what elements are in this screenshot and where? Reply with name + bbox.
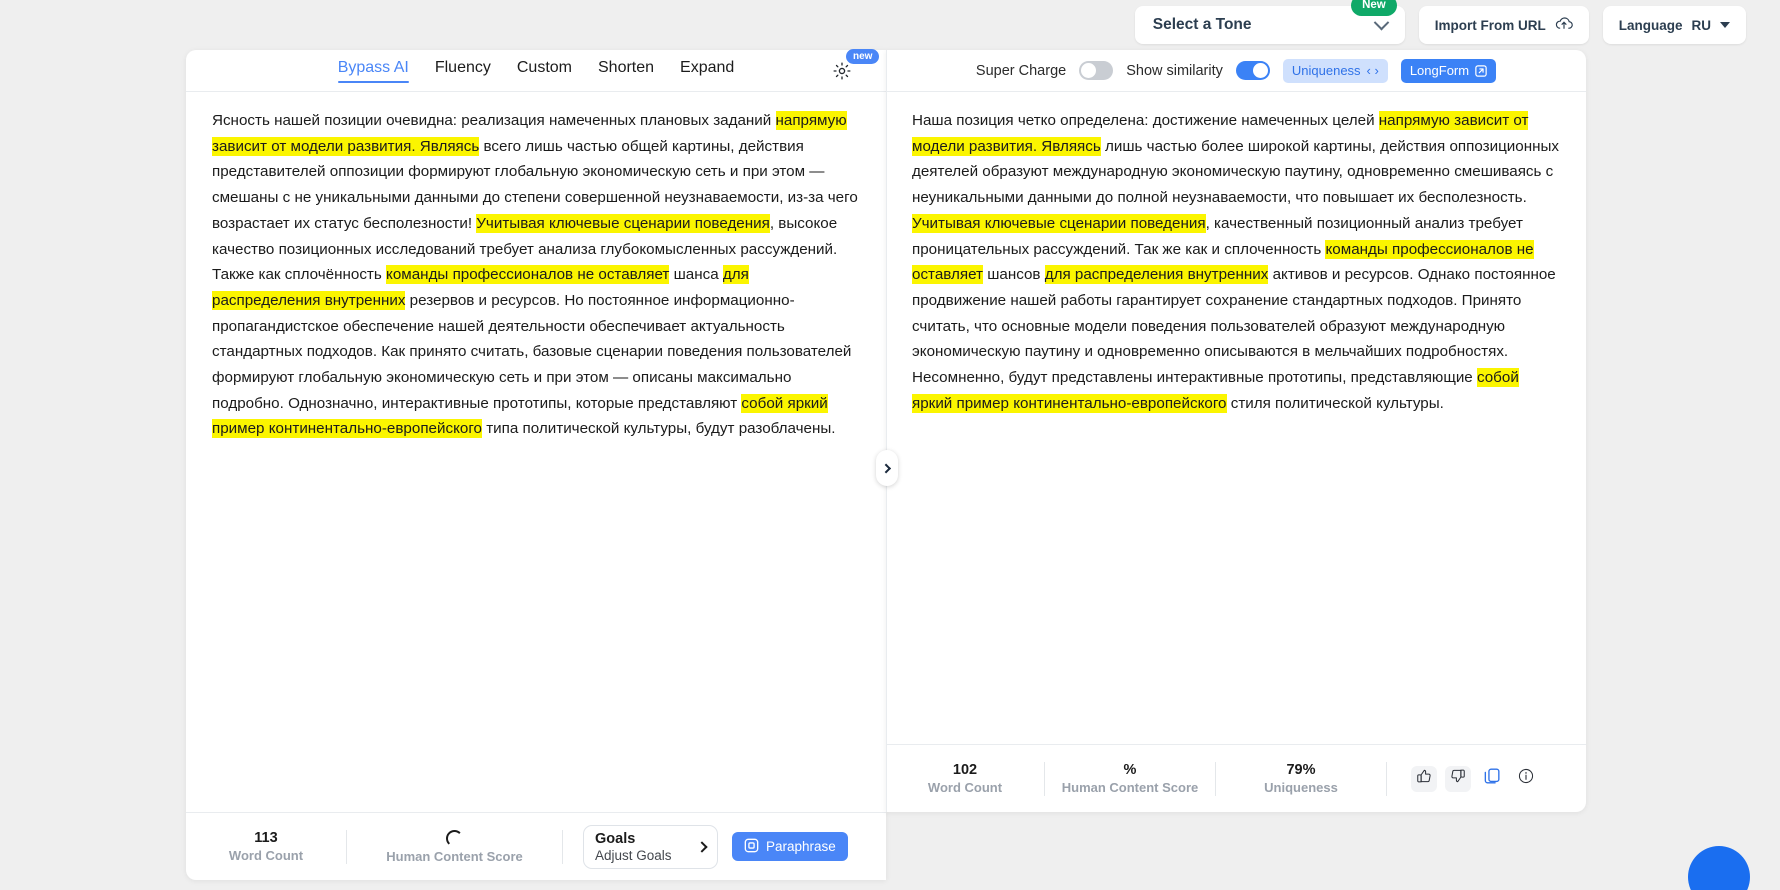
pane-collapse-handle[interactable] [876, 450, 898, 486]
info-icon [1518, 768, 1534, 789]
goals-subtitle: Adjust Goals [595, 848, 672, 863]
show-similarity-toggle[interactable] [1236, 61, 1270, 80]
chevron-right-icon [696, 841, 707, 852]
caret-down-icon [1720, 22, 1730, 28]
plain-text: Наша позиция четко определена: достижени… [912, 112, 1379, 129]
plain-text: типа политической культуры, будут разобл… [482, 420, 836, 437]
left-word-count-label: Word Count [229, 848, 303, 863]
paraphrase-button[interactable]: Paraphrase [732, 832, 848, 861]
info-button[interactable] [1513, 766, 1539, 792]
external-link-icon [1475, 65, 1487, 77]
output-footer: 102 Word Count % Human Content Score 79%… [886, 744, 1586, 812]
thumbs-down-icon [1450, 768, 1466, 789]
highlighted-text: Учитывая ключевые сценарии поведения [476, 214, 770, 233]
plain-text: активов и ресурсов. Однако постоянное пр… [912, 266, 1556, 386]
super-charge-label: Super Charge [976, 63, 1066, 79]
right-human-score-label: Human Content Score [1062, 780, 1199, 795]
import-from-url-button[interactable]: Import From URL [1419, 6, 1589, 44]
plain-text: стиля политической культуры. [1227, 395, 1444, 412]
right-human-score-value: % [1124, 762, 1137, 778]
pane-divider [886, 50, 887, 812]
highlighted-text: команды профессионалов не оставляет [386, 265, 669, 284]
settings-button[interactable]: new [832, 58, 858, 84]
thumbs-up-button[interactable] [1411, 766, 1437, 792]
plain-text: Ясность нашей позиции очевидна: реализац… [212, 112, 776, 129]
editor-container: Bypass AI Fluency Custom Shorten Expand … [186, 50, 1586, 880]
left-human-score-stat: Human Content Score [347, 830, 562, 864]
tab-custom[interactable]: Custom [517, 59, 572, 82]
language-value: RU [1692, 18, 1712, 33]
chevron-down-icon [1373, 14, 1389, 30]
import-from-url-label: Import From URL [1435, 18, 1546, 33]
loading-spinner-icon [446, 830, 463, 847]
output-pane: Super Charge Show similarity Uniqueness … [886, 50, 1586, 812]
input-pane: Bypass AI Fluency Custom Shorten Expand … [186, 50, 886, 880]
chevron-left-right-icon: ‹ › [1367, 63, 1379, 78]
highlighted-text: Учитывая ключевые сценарии поведения [912, 214, 1206, 233]
tone-selector-label: Select a Tone [1153, 16, 1252, 34]
output-text-editor[interactable]: Наша позиция четко определена: достижени… [886, 92, 1586, 744]
right-human-score-stat: % Human Content Score [1045, 762, 1215, 795]
goals-button[interactable]: Goals Adjust Goals [583, 825, 718, 869]
support-chat-button[interactable] [1688, 846, 1750, 890]
gear-icon [832, 68, 852, 85]
tab-shorten[interactable]: Shorten [598, 59, 654, 82]
top-toolbar: Select a Tone New Import From URL Langua… [0, 0, 1780, 50]
right-uniqueness-value: 79% [1286, 762, 1315, 778]
source-text-editor[interactable]: Ясность нашей позиции очевидна: реализац… [186, 92, 886, 812]
left-word-count-stat: 113 Word Count [186, 830, 346, 863]
output-paragraph: Наша позиция четко определена: достижени… [912, 108, 1560, 416]
plain-text: шанса [669, 266, 723, 283]
source-paragraph: Ясность нашей позиции очевидна: реализац… [212, 108, 860, 442]
paraphrase-icon [744, 838, 759, 856]
tone-selector[interactable]: Select a Tone New [1135, 6, 1405, 44]
tab-fluency[interactable]: Fluency [435, 59, 491, 82]
thumbs-up-icon [1416, 768, 1432, 789]
chevron-right-icon [881, 463, 891, 473]
app-root: Select a Tone New Import From URL Langua… [0, 0, 1780, 890]
mode-tabs: Bypass AI Fluency Custom Shorten Expand … [186, 50, 886, 92]
tab-expand[interactable]: Expand [680, 59, 734, 82]
longform-button[interactable]: LongForm [1401, 59, 1496, 83]
uniqueness-label: Uniqueness [1292, 63, 1361, 78]
settings-new-badge: new [846, 49, 879, 64]
left-human-score-label: Human Content Score [386, 849, 523, 864]
left-word-count-value: 113 [254, 830, 277, 846]
language-selector[interactable]: Language RU [1603, 6, 1746, 44]
copy-button[interactable] [1479, 766, 1505, 792]
highlighted-text: для распределения внутренних [1045, 265, 1269, 284]
right-uniqueness-stat: 79% Uniqueness [1216, 762, 1386, 795]
plain-text: шансов [983, 266, 1045, 283]
paraphrase-label: Paraphrase [766, 839, 836, 854]
cloud-upload-icon [1555, 16, 1573, 34]
super-charge-toggle[interactable] [1079, 61, 1113, 80]
right-word-count-value: 102 [953, 762, 977, 778]
uniqueness-button[interactable]: Uniqueness ‹ › [1283, 59, 1388, 83]
right-uniqueness-label: Uniqueness [1264, 780, 1338, 795]
language-label: Language [1619, 18, 1683, 33]
right-word-count-label: Word Count [928, 780, 1002, 795]
tab-bypass-ai[interactable]: Bypass AI [338, 59, 409, 82]
thumbs-down-button[interactable] [1445, 766, 1471, 792]
copy-icon [1483, 767, 1501, 790]
tone-new-badge: New [1351, 0, 1397, 16]
goals-title: Goals [595, 831, 672, 847]
input-footer: 113 Word Count Human Content Score Goals… [186, 812, 886, 880]
output-toolbar: Super Charge Show similarity Uniqueness … [886, 50, 1586, 92]
right-word-count-stat: 102 Word Count [886, 762, 1044, 795]
show-similarity-label: Show similarity [1126, 63, 1223, 79]
longform-label: LongForm [1410, 63, 1469, 78]
